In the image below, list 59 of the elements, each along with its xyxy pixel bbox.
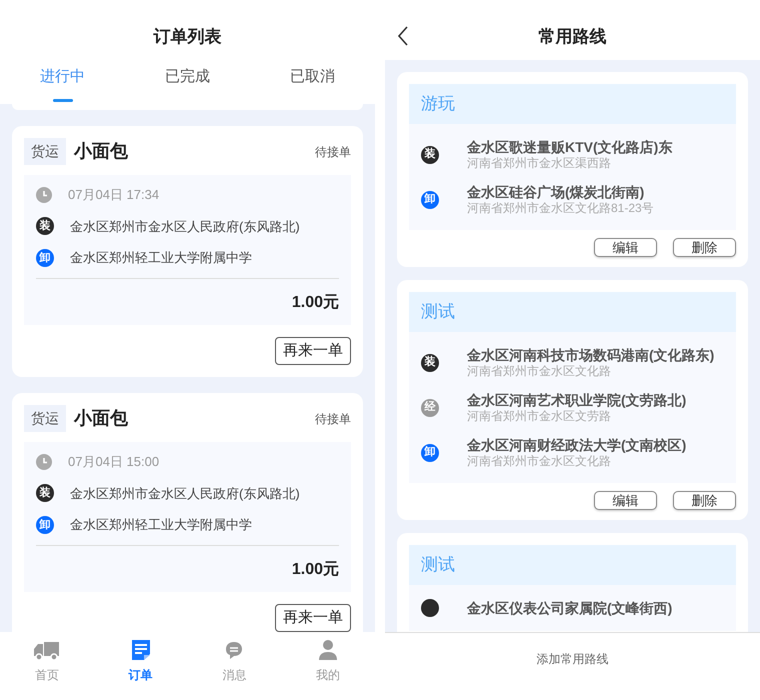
category-tag: 货运	[24, 138, 66, 165]
person-icon	[317, 639, 340, 661]
place-name: 金水区河南科技市场数码港南(文化路东)	[467, 346, 714, 364]
place-name: 金水区河南艺术职业学院(文劳路北)	[467, 391, 686, 409]
place-name: 金水区硅谷广场(煤炭北街南)	[467, 183, 646, 201]
truck-icon	[32, 639, 61, 661]
stop-badge: 装	[36, 217, 54, 236]
place-address: 河南省郑州市金水区渠西路	[467, 156, 612, 171]
stop-address: 金水区郑州轻工业大学附属中学	[70, 249, 252, 267]
nav-label: 订单	[128, 667, 153, 684]
nav-tab[interactable]: 订单	[94, 632, 188, 700]
order-price: 1.00元	[36, 278, 339, 314]
vehicle-name: 小面包	[74, 140, 128, 163]
route-action-button[interactable]: 编辑	[594, 491, 657, 510]
screen-title: 常用路线	[538, 26, 606, 48]
place-address: 河南省郑州市金水区文化路	[467, 364, 612, 379]
order-status: 待接单	[315, 410, 351, 428]
nav-label: 我的	[316, 667, 340, 684]
tab[interactable]: 已取消	[250, 60, 375, 104]
route-action-button[interactable]: 删除	[673, 491, 736, 510]
route-group-title: 测试	[409, 545, 736, 585]
stop-badge: 经	[421, 398, 439, 416]
stop-badge: 卸	[421, 190, 439, 208]
place-name: 金水区河南财经政法大学(文南校区)	[467, 436, 686, 454]
route-group-title: 游玩	[409, 84, 736, 124]
place-address: 河南省郑州市金水区文化路	[467, 454, 612, 469]
place-address: 河南省郑州市金水区文化路81-23号	[467, 201, 654, 216]
place-name: 金水区歌迷量贩KTV(文化路店)东	[467, 138, 672, 156]
stop-badge: 卸	[421, 444, 439, 462]
stop-badge: 卸	[36, 248, 54, 267]
route-action-button[interactable]: 编辑	[594, 238, 657, 257]
order-time: 07月04日 17:34	[68, 186, 160, 204]
stop-badge: 装	[421, 354, 439, 372]
vehicle-name: 小面包	[74, 407, 128, 430]
back-button[interactable]	[397, 26, 409, 46]
tab[interactable]: 已完成	[125, 60, 250, 104]
stop-badge: 装	[421, 146, 439, 164]
screen-title: 订单列表	[154, 26, 222, 48]
clock-icon	[36, 186, 52, 203]
stop-address: 金水区郑州市金水区人民政府(东风路北)	[70, 484, 300, 503]
route-group-title: 测试	[409, 292, 736, 332]
order-price: 1.00元	[36, 544, 339, 582]
stop-address: 金水区郑州市金水区人民政府(东风路北)	[70, 218, 300, 236]
category-tag: 货运	[24, 405, 66, 432]
reorder-button[interactable]: 再来一单	[275, 604, 351, 632]
nav-label: 消息	[222, 667, 246, 684]
place-name: 金水区仪表公司家属院(文峰街西)	[467, 599, 672, 617]
order-time: 07月04日 15:00	[68, 453, 160, 471]
stop-badge: 卸	[36, 516, 54, 534]
document-icon	[130, 639, 152, 661]
add-route-button[interactable]: 添加常用路线	[536, 649, 608, 669]
order-status: 待接单	[315, 144, 351, 160]
stop-badge: 装	[36, 484, 54, 502]
reorder-button[interactable]: 再来一单	[275, 336, 351, 365]
stop-address: 金水区郑州轻工业大学附属中学	[70, 516, 252, 534]
clock-icon	[36, 454, 52, 470]
place-address: 河南省郑州市金水区文劳路	[467, 409, 612, 424]
nav-label: 首页	[34, 667, 59, 684]
route-action-button[interactable]: 删除	[673, 238, 736, 257]
